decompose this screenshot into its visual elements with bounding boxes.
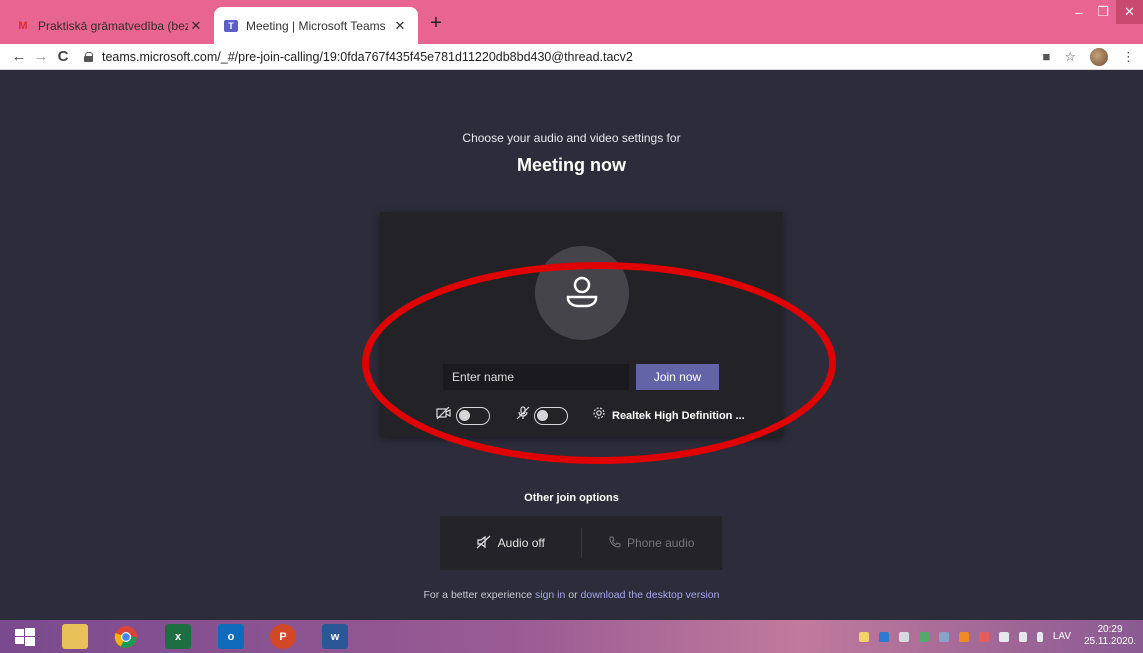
reload-button[interactable]: C — [52, 48, 74, 65]
download-desktop-link[interactable]: download the desktop version — [581, 589, 720, 601]
phone-audio-label: Phone audio — [627, 536, 695, 550]
word-icon[interactable]: w — [322, 624, 348, 649]
bookmark-star-icon[interactable]: ☆ — [1064, 49, 1076, 65]
battery-icon[interactable] — [998, 631, 1009, 642]
camera-icon[interactable]: ■ — [1042, 49, 1050, 64]
teams-icon: T — [224, 19, 238, 32]
windows-taskbar: x o P w LAV 20:29 25.11.2020. — [0, 620, 1143, 653]
taskbar-clock[interactable]: 20:29 25.11.2020. — [1081, 624, 1139, 648]
camera-off-icon — [436, 406, 452, 425]
new-tab-button[interactable]: + — [424, 12, 448, 35]
name-input[interactable] — [443, 364, 629, 390]
system-tray: LAV — [858, 620, 1071, 653]
phone-icon — [609, 536, 621, 551]
tab-praktiska-gramatvediba[interactable]: M Praktiskā grāmatvedība (bez pri ✕ — [6, 7, 214, 44]
person-avatar-icon — [535, 246, 629, 340]
teams-prejoin-screen: Choose your audio and video settings for… — [0, 71, 1143, 620]
url-field[interactable]: teams.microsoft.com/_#/pre-join-calling/… — [84, 50, 1042, 64]
audio-off-label: Audio off — [497, 536, 545, 550]
url-text: teams.microsoft.com/_#/pre-join-calling/… — [102, 49, 633, 64]
footer-middle: or — [565, 589, 581, 601]
prejoin-card: Join now Realtek High Definition ... — [380, 212, 783, 437]
tab-title: Meeting | Microsoft Teams — [246, 18, 386, 33]
file-explorer-icon[interactable] — [62, 624, 88, 649]
phone-audio-button[interactable]: Phone audio — [582, 516, 723, 570]
browser-address-bar: ← → C teams.microsoft.com/_#/pre-join-ca… — [0, 44, 1143, 70]
meeting-title: Meeting now — [517, 155, 626, 175]
mic-toggle-group — [516, 406, 568, 425]
toolbar-right: ■ ☆ ⋮ — [1042, 47, 1143, 66]
browser-menu-icon[interactable]: ⋮ — [1122, 49, 1135, 65]
sign-in-link[interactable]: sign in — [535, 589, 565, 601]
chrome-icon[interactable] — [113, 624, 139, 649]
clock-app-icon[interactable] — [958, 631, 969, 642]
outlook-tray-icon[interactable] — [878, 631, 889, 642]
window-close-button[interactable]: ✕ — [1116, 0, 1143, 24]
excel-icon[interactable]: x — [165, 624, 191, 649]
powerpoint-icon[interactable]: P — [270, 624, 296, 649]
join-now-button[interactable]: Join now — [636, 364, 719, 390]
network-app-icon[interactable] — [918, 631, 929, 642]
tab-close-icon[interactable]: ✕ — [392, 18, 408, 34]
prejoin-prompt: Choose your audio and video settings for — [462, 131, 681, 145]
video-toggle[interactable] — [456, 406, 490, 425]
windows-start-icon[interactable] — [12, 624, 38, 649]
gear-icon — [592, 406, 606, 425]
mic-off-icon — [516, 406, 530, 425]
audio-off-button[interactable]: Audio off — [440, 516, 581, 570]
video-toggle-group — [436, 406, 490, 425]
language-indicator[interactable]: LAV — [1053, 631, 1071, 642]
other-join-options: Audio off Phone audio — [440, 516, 722, 570]
other-join-options-title: Other join options — [524, 492, 619, 504]
notes-icon[interactable] — [898, 631, 909, 642]
audio-device-label: Realtek High Definition ... — [612, 409, 745, 422]
signal-icon[interactable] — [1018, 631, 1027, 642]
tab-close-icon[interactable]: ✕ — [188, 18, 204, 34]
lock-icon — [84, 51, 94, 62]
back-button[interactable]: ← — [8, 48, 30, 65]
mail-icon[interactable] — [858, 631, 869, 642]
flag-icon[interactable] — [978, 631, 989, 642]
browser-tab-bar: M Praktiskā grāmatvedība (bez pri ✕ T Me… — [0, 0, 1143, 44]
footer-hint: For a better experience sign in or downl… — [0, 589, 1143, 601]
speaker-off-icon — [476, 535, 492, 552]
tab-microsoft-teams[interactable]: T Meeting | Microsoft Teams ✕ — [214, 7, 418, 44]
clock-date: 25.11.2020. — [1083, 636, 1137, 647]
forward-button[interactable]: → — [30, 48, 52, 65]
window-minimize-button[interactable]: – — [1068, 0, 1090, 24]
device-settings[interactable]: Realtek High Definition ... — [592, 406, 745, 425]
mic-toggle[interactable] — [534, 406, 568, 425]
footer-prefix: For a better experience — [423, 589, 535, 601]
tab-title: Praktiskā grāmatvedība (bez pri — [38, 18, 188, 33]
outlook-icon[interactable]: o — [218, 624, 244, 649]
profile-avatar[interactable] — [1090, 47, 1108, 66]
cloud-icon[interactable] — [938, 631, 949, 642]
clock-time: 20:29 — [1097, 624, 1123, 635]
window-maximize-button[interactable]: ❐ — [1090, 0, 1116, 24]
gmail-icon: M — [18, 19, 28, 32]
volume-icon[interactable] — [1036, 631, 1043, 642]
